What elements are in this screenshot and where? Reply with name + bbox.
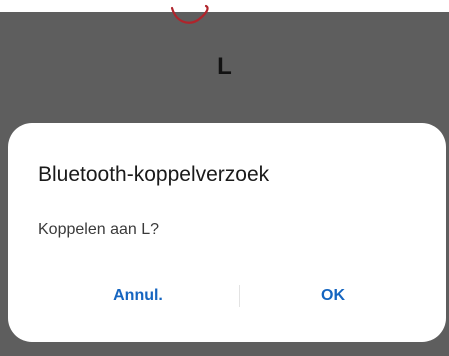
- cancel-button[interactable]: Annul.: [38, 278, 238, 314]
- dialog-title: Bluetooth-koppelverzoek: [38, 163, 270, 186]
- dialog-message: Koppelen aan L?: [38, 221, 159, 238]
- bluetooth-pairing-dialog: Bluetooth-koppelverzoek Koppelen aan L? …: [8, 123, 446, 342]
- device-name-label: L: [217, 53, 232, 80]
- red-scribble-drawing: [170, 4, 209, 24]
- ok-button[interactable]: OK: [240, 278, 426, 314]
